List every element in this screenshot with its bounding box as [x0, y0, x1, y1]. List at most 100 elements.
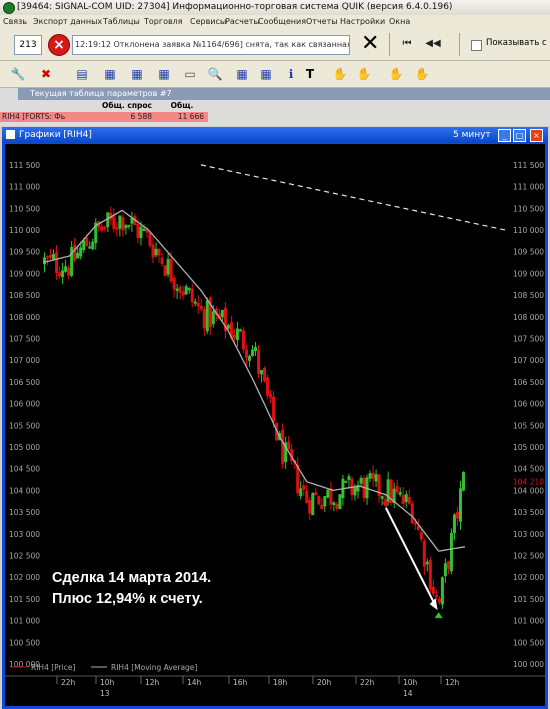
message-field[interactable]: 12:19:12 Отклонена заявка №1164/696] сня…	[72, 35, 350, 55]
chart-window-title: Графики [RIH4]	[19, 130, 92, 140]
info-icon[interactable]: ℹ	[281, 64, 301, 84]
big-x-icon[interactable]: ✕	[361, 32, 379, 56]
candle-body	[455, 511, 459, 519]
candle-body	[235, 328, 239, 340]
menu-calculations[interactable]: Расчеты	[225, 17, 260, 26]
table-icon[interactable]: ▦	[127, 64, 147, 84]
price-chart[interactable]: 111 500 111 000 110 500 110 000 109 500 109 0…	[5, 144, 545, 706]
chart-icon[interactable]: ▤	[72, 64, 92, 84]
menu-trading[interactable]: Торговля	[144, 17, 183, 26]
text-icon[interactable]: T	[300, 64, 320, 84]
x-tick-label: 10h	[403, 678, 418, 687]
candle-body	[115, 227, 119, 230]
y-tick-label-left: 109 000	[9, 269, 40, 278]
candle-body	[260, 369, 264, 375]
candle-body	[296, 464, 300, 494]
y-tick-label-right: 107 000	[513, 356, 544, 365]
candle-body	[79, 247, 83, 257]
y-tick-label-left: 103 500	[9, 508, 40, 517]
candle-body	[434, 595, 438, 598]
y-tick-label-left: 103 000	[9, 530, 40, 539]
menu-windows[interactable]: Окна	[389, 17, 410, 26]
candle-body	[73, 244, 77, 261]
candle-body	[407, 497, 411, 504]
prev-page-icon[interactable]: ◀◀	[424, 36, 442, 52]
chart-window-title-bar[interactable]: Графики [RIH4] 5 минут _ □ ×	[2, 127, 548, 143]
chart-timeframe[interactable]: 5 минут	[453, 127, 491, 143]
y-tick-label-left: 104 000	[9, 486, 40, 495]
candle-body	[151, 244, 155, 258]
candle-body	[416, 525, 420, 531]
show-checkbox-label: Показывать с	[486, 38, 547, 48]
y-tick-label-right: 109 000	[513, 269, 544, 278]
candle-body	[305, 490, 309, 504]
menu-settings[interactable]: Настройки	[340, 17, 385, 26]
candle-body	[302, 485, 306, 490]
candle-body	[112, 216, 116, 229]
candle-body	[458, 488, 462, 522]
table-icon[interactable]: ▦	[154, 64, 174, 84]
y-tick-label-right: 108 000	[513, 313, 544, 322]
hand-icon[interactable]: ✋	[354, 64, 374, 84]
candle-body	[226, 324, 230, 329]
candle-body	[46, 256, 50, 259]
window-title: [39464: SIGNAL-COM UID: 27304] Информаци…	[17, 2, 453, 12]
param-supply: 11 666	[177, 112, 204, 121]
candle-body	[323, 496, 327, 507]
first-page-icon[interactable]: ⏮	[398, 36, 416, 52]
param-header-demand[interactable]: Общ. спрос	[100, 101, 154, 111]
wrench-icon[interactable]: 🔧	[8, 64, 28, 84]
table-icon[interactable]: ▦	[100, 64, 120, 84]
menu-services[interactable]: Сервисы	[190, 17, 226, 26]
candle-body	[166, 258, 170, 275]
menu-connection[interactable]: Связь	[3, 17, 27, 26]
candle-body	[368, 473, 372, 479]
hand-icon[interactable]: ✋	[330, 64, 350, 84]
y-tick-label-left: 106 500	[9, 378, 40, 387]
candle-body	[160, 257, 164, 264]
candle-body	[263, 367, 267, 382]
param-table-title[interactable]: Текущая таблица параметров #7	[18, 88, 550, 100]
candle-body	[413, 522, 417, 525]
candle-body	[205, 300, 209, 332]
y-tick-label-right: 104 000	[513, 486, 544, 495]
stop-icon[interactable]: ×	[48, 34, 70, 56]
candle-body	[61, 270, 65, 278]
candle-body	[332, 502, 336, 505]
menu-messages[interactable]: Сообщения	[258, 17, 306, 26]
maximize-icon[interactable]: □	[513, 129, 526, 142]
disconnect-icon[interactable]: ✖	[36, 64, 56, 84]
candle-body	[76, 252, 80, 259]
candle-body	[139, 226, 143, 239]
menu-reports[interactable]: Отчеты	[306, 17, 338, 26]
candle-body	[142, 228, 146, 231]
candle-body	[55, 252, 59, 273]
calculator-icon[interactable]: ▭	[180, 64, 200, 84]
y-tick-label-right: 102 000	[513, 573, 544, 582]
menu-tables[interactable]: Таблицы	[103, 17, 140, 26]
candle-body	[383, 499, 387, 502]
param-demand: 6 588	[130, 112, 152, 121]
y-tick-label-right: 111 000	[513, 183, 544, 192]
candle-body	[172, 277, 176, 290]
legend-price-label: RIH4 [Price]	[31, 663, 75, 672]
table-icon[interactable]: ▦	[256, 64, 276, 84]
candle-body	[196, 302, 200, 307]
hand-icon[interactable]: ✋	[412, 64, 432, 84]
candle-body	[232, 334, 236, 339]
minimize-icon[interactable]: _	[498, 129, 511, 142]
param-header-supply[interactable]: Общ. предл.	[156, 101, 208, 120]
close-icon[interactable]: ×	[530, 129, 543, 142]
table-icon[interactable]: ▦	[232, 64, 252, 84]
y-tick-label-right: 105 000	[513, 443, 544, 452]
hand-icon[interactable]: ✋	[386, 64, 406, 84]
show-checkbox[interactable]	[471, 40, 482, 51]
candle-body	[446, 561, 450, 569]
menu-export[interactable]: Экспорт данных	[33, 17, 102, 26]
account-field[interactable]: 213	[14, 35, 42, 55]
candle-body	[163, 265, 167, 276]
search-icon[interactable]: 🔍	[205, 64, 225, 84]
chart-window-icon	[6, 130, 15, 139]
toolbar-separator	[389, 33, 390, 56]
candle-body	[199, 305, 203, 310]
